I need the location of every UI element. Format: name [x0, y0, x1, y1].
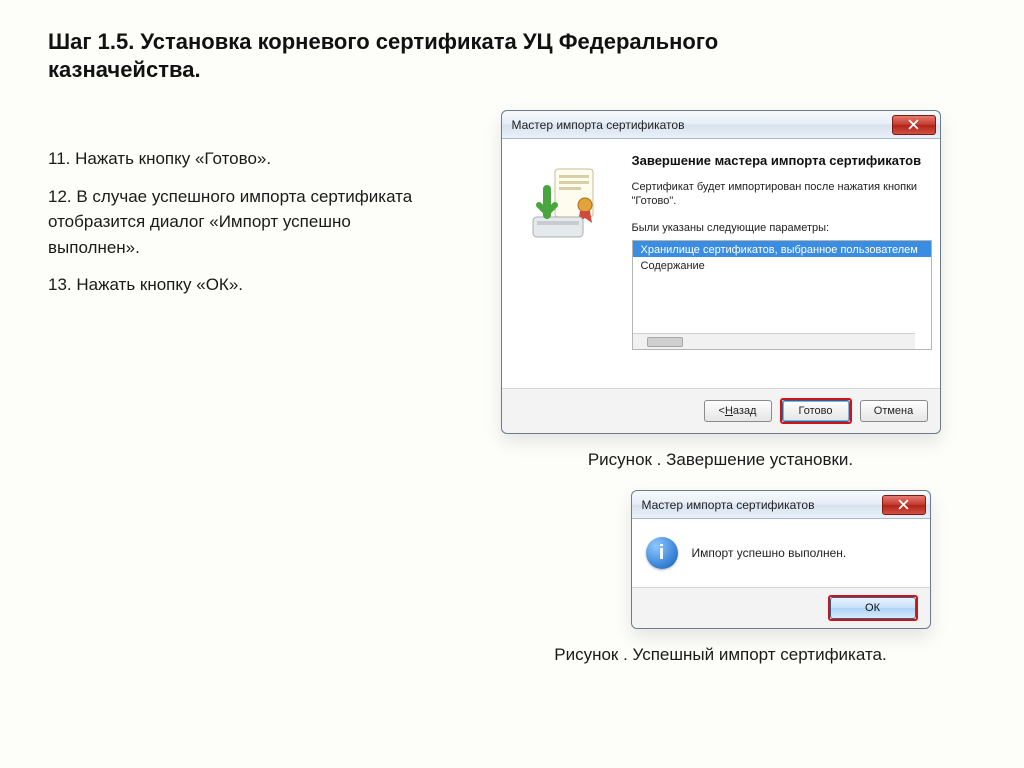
wizard-body-text: Сертификат будет импортирован после нажа…: [632, 180, 932, 210]
figure-caption-1: Рисунок . Завершение установки.: [588, 450, 853, 470]
back-button[interactable]: < Назад: [704, 400, 772, 422]
finish-button[interactable]: Готово: [782, 400, 850, 422]
list-row-selected[interactable]: Хранилище сертификатов, выбранное пользо…: [633, 241, 931, 257]
msgbox-button-row: ОК: [632, 588, 930, 628]
wizard-title-text: Мастер импорта сертификатов: [512, 118, 685, 132]
back-rest: азад: [733, 405, 757, 417]
msgbox-message: Импорт успешно выполнен.: [692, 546, 847, 560]
back-hotkey: Н: [725, 405, 733, 417]
instructions-block: 11. Нажать кнопку «Готово». 12. В случае…: [48, 110, 440, 310]
wizard-window: Мастер импорта сертификатов: [501, 110, 941, 434]
close-button[interactable]: [882, 495, 926, 515]
wizard-listbox[interactable]: Хранилище сертификатов, выбранное пользо…: [632, 240, 932, 350]
wizard-graphic: [512, 153, 622, 378]
msgbox-body: i Импорт успешно выполнен.: [632, 519, 930, 588]
list-row[interactable]: Содержание: [633, 257, 931, 273]
msgbox-titlebar[interactable]: Мастер импорта сертификатов: [632, 491, 930, 519]
msgbox-title-text: Мастер импорта сертификатов: [642, 498, 815, 512]
wizard-titlebar[interactable]: Мастер импорта сертификатов: [502, 111, 940, 139]
close-button[interactable]: [892, 115, 936, 135]
msgbox-window: Мастер импорта сертификатов i Импорт усп…: [631, 490, 931, 629]
wizard-button-row: < Назад Готово Отмена: [502, 389, 940, 433]
ok-highlight: ОК: [828, 595, 918, 621]
instruction-12: 12. В случае успешного импорта сертифика…: [48, 184, 440, 261]
page-title: Шаг 1.5. Установка корневого сертификата…: [48, 28, 868, 84]
ok-button[interactable]: ОК: [830, 597, 916, 619]
horizontal-scrollbar[interactable]: [633, 333, 915, 349]
certificate-import-icon: [525, 161, 609, 245]
instruction-13: 13. Нажать кнопку «ОК».: [48, 272, 440, 298]
wizard-heading: Завершение мастера импорта сертификатов: [632, 153, 932, 169]
instruction-11: 11. Нажать кнопку «Готово».: [48, 146, 440, 172]
finish-highlight: Готово: [780, 398, 852, 424]
info-icon: i: [646, 537, 678, 569]
close-icon: [898, 499, 909, 510]
cancel-button[interactable]: Отмена: [860, 400, 928, 422]
figure-caption-2: Рисунок . Успешный импорт сертификата.: [554, 645, 886, 665]
close-icon: [908, 119, 919, 130]
wizard-list-label: Были указаны следующие параметры:: [632, 221, 932, 236]
